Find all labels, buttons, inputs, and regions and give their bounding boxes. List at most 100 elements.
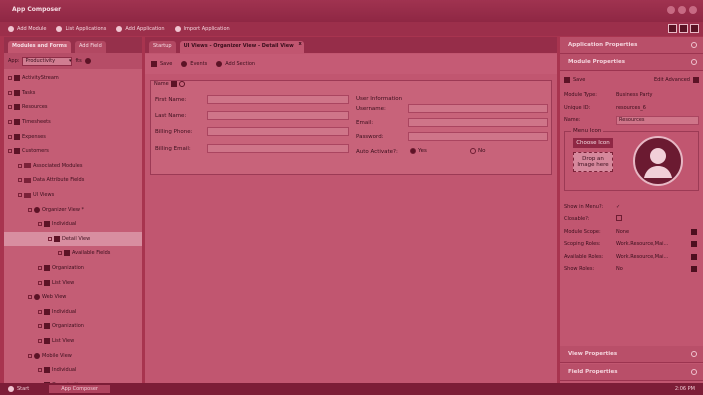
show-in-menu-check-icon[interactable]: ✓ bbox=[616, 204, 703, 210]
expand-toggle-icon[interactable] bbox=[18, 163, 22, 168]
expand-toggle-icon[interactable] bbox=[8, 105, 12, 110]
module-icon bbox=[14, 89, 20, 96]
expand-toggle-icon[interactable] bbox=[38, 324, 42, 329]
tree-item[interactable]: List View bbox=[4, 334, 142, 349]
events-button[interactable]: Events bbox=[181, 61, 207, 67]
tree-item[interactable]: List View bbox=[4, 275, 142, 290]
expand-toggle-icon[interactable] bbox=[28, 353, 32, 358]
application-properties-header[interactable]: Application Properties bbox=[560, 37, 703, 54]
taskbar-app-composer[interactable]: App Composer bbox=[49, 385, 110, 393]
tree-item[interactable]: Timesheets bbox=[4, 115, 142, 130]
tree-item[interactable]: Organization bbox=[4, 319, 142, 334]
edit-icon[interactable] bbox=[170, 81, 177, 87]
billing-phone-input[interactable] bbox=[207, 127, 349, 136]
expand-toggle-icon[interactable] bbox=[58, 251, 62, 256]
first-name-input[interactable] bbox=[207, 95, 349, 104]
refresh-icon[interactable] bbox=[84, 58, 91, 64]
expand-toggle-icon[interactable] bbox=[8, 149, 12, 154]
tree-item[interactable]: UI Views bbox=[4, 188, 142, 203]
tree-item[interactable]: Mobile View bbox=[4, 348, 142, 363]
module-properties-header[interactable]: Module Properties bbox=[560, 54, 703, 71]
expand-toggle-icon[interactable] bbox=[38, 280, 42, 285]
tree-item[interactable]: Individual bbox=[4, 217, 142, 232]
close-button[interactable] bbox=[689, 6, 697, 14]
tree-item[interactable]: Expenses bbox=[4, 129, 142, 144]
expand-toggle-icon[interactable] bbox=[18, 193, 22, 198]
billing-email-input[interactable] bbox=[207, 144, 349, 153]
panel-icon[interactable] bbox=[690, 24, 699, 33]
expand-toggle-icon[interactable] bbox=[38, 309, 42, 314]
maximize-button[interactable] bbox=[678, 6, 686, 14]
tree-item-label: List View bbox=[52, 279, 75, 286]
expand-toggle-icon[interactable] bbox=[28, 207, 32, 212]
tree-item[interactable]: Organization bbox=[4, 261, 142, 276]
save-button[interactable]: Save bbox=[151, 61, 172, 67]
edit-icon[interactable] bbox=[691, 253, 697, 260]
close-tab-icon[interactable]: x bbox=[299, 41, 302, 47]
import-application-button[interactable]: Import Application bbox=[174, 26, 230, 32]
module-save-button[interactable]: Save bbox=[560, 77, 585, 83]
tab-add-field[interactable]: Add Field bbox=[74, 41, 106, 53]
tree-item[interactable]: Data Attribute Fields bbox=[4, 173, 142, 188]
expand-toggle-icon[interactable] bbox=[8, 90, 12, 95]
edit-icon[interactable] bbox=[691, 241, 697, 248]
tree-item[interactable]: Tasks bbox=[4, 86, 142, 101]
module-tree: ActivityStream Tasks Resources Timesheets Ex… bbox=[4, 69, 142, 383]
expand-toggle-icon[interactable] bbox=[38, 222, 42, 227]
tree-item[interactable]: Associated Modules bbox=[4, 159, 142, 174]
last-name-input[interactable] bbox=[207, 111, 349, 120]
field-properties-header[interactable]: Field Properties bbox=[560, 364, 703, 381]
remove-icon[interactable] bbox=[178, 81, 185, 87]
tab-detail-view[interactable]: UI Views - Organizer View - Detail View x bbox=[179, 41, 304, 53]
tab-modules-and-forms[interactable]: Modules and Forms bbox=[8, 41, 71, 53]
add-section-button[interactable]: Add Section bbox=[216, 61, 255, 67]
list-applications-button[interactable]: List Applications bbox=[56, 26, 106, 32]
module-name-input[interactable]: Resources bbox=[616, 115, 699, 125]
pause-icon[interactable] bbox=[668, 24, 677, 33]
choose-icon-button[interactable]: Choose Icon bbox=[573, 137, 613, 148]
tree-item[interactable]: Available Fields bbox=[4, 246, 142, 261]
email-input[interactable] bbox=[408, 118, 548, 127]
edit-icon[interactable] bbox=[691, 266, 697, 273]
tree-item-label: Individual bbox=[52, 221, 77, 228]
tree-item[interactable]: Detail View bbox=[4, 231, 142, 247]
unique-id-row: Unique ID: resources_6 bbox=[564, 104, 646, 111]
radio-selected-icon bbox=[410, 148, 416, 154]
add-application-button[interactable]: Add Application bbox=[116, 26, 165, 32]
expand-toggle-icon[interactable] bbox=[38, 368, 42, 373]
app-select[interactable]: Productivity ▾ bbox=[22, 56, 73, 66]
window-icon[interactable] bbox=[679, 24, 688, 33]
expand-toggle-icon[interactable] bbox=[18, 178, 22, 183]
tree-item[interactable]: Organizer View * bbox=[4, 202, 142, 217]
password-input[interactable] bbox=[408, 132, 548, 141]
expand-toggle-icon[interactable] bbox=[8, 134, 12, 139]
tree-item[interactable]: Web View bbox=[4, 290, 142, 305]
expand-toggle-icon[interactable] bbox=[8, 76, 12, 81]
view-properties-header[interactable]: View Properties bbox=[560, 346, 703, 363]
add-module-button[interactable]: Add Module bbox=[8, 26, 46, 32]
minimize-button[interactable] bbox=[667, 6, 675, 14]
module-property-rows: Module Scope: None Scoping Roles: Work.Reso… bbox=[560, 226, 703, 276]
tree-item[interactable]: Individual bbox=[4, 363, 142, 378]
tree-item[interactable]: Individual bbox=[4, 305, 142, 320]
username-input[interactable] bbox=[408, 104, 548, 113]
auto-activate-yes-radio[interactable]: Yes bbox=[410, 148, 427, 154]
tree-item-label: ActivityStream bbox=[22, 75, 59, 82]
expand-toggle-icon[interactable] bbox=[8, 120, 12, 125]
auto-activate-no-radio[interactable]: No bbox=[470, 148, 485, 154]
expand-toggle-icon[interactable] bbox=[38, 266, 42, 271]
section-title: Name bbox=[154, 81, 169, 87]
edit-icon[interactable] bbox=[691, 228, 697, 235]
property-row: Scoping Roles: Work.Resource,Mai... bbox=[560, 238, 703, 251]
tree-item[interactable]: Resources bbox=[4, 100, 142, 115]
closable-checkbox[interactable] bbox=[616, 215, 622, 222]
start-button[interactable]: Start bbox=[0, 386, 37, 392]
icon-drop-zone[interactable]: Drop an Image here bbox=[573, 151, 613, 172]
expand-toggle-icon[interactable] bbox=[28, 295, 32, 300]
tree-item[interactable]: Customers bbox=[4, 144, 142, 159]
expand-toggle-icon[interactable] bbox=[38, 338, 42, 343]
tab-startup[interactable]: Startup bbox=[149, 41, 176, 53]
edit-advanced-button[interactable]: Edit Advanced bbox=[654, 77, 703, 83]
tree-item[interactable]: ActivityStream bbox=[4, 71, 142, 86]
expand-toggle-icon[interactable] bbox=[48, 236, 52, 241]
